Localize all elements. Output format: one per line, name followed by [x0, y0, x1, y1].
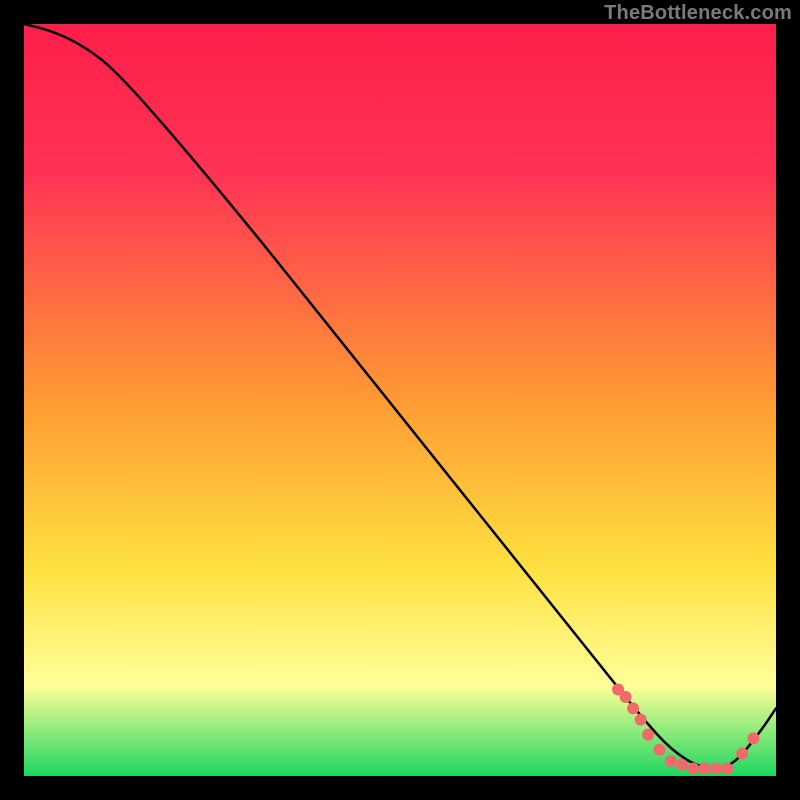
data-marker [635, 714, 647, 726]
data-marker [627, 702, 639, 714]
data-marker [710, 762, 722, 774]
chart-stage: { "attribution": "TheBottleneck.com", "c… [0, 0, 800, 800]
data-marker [620, 691, 632, 703]
data-marker [676, 759, 688, 771]
chart-svg [0, 0, 800, 800]
attribution-text: TheBottleneck.com [604, 2, 792, 25]
data-marker [699, 762, 711, 774]
data-marker [721, 762, 733, 774]
data-marker [653, 744, 665, 756]
data-marker [747, 732, 759, 744]
data-marker [665, 755, 677, 767]
data-marker [736, 747, 748, 759]
data-marker [687, 762, 699, 774]
data-marker [642, 729, 654, 741]
plot-background [24, 24, 776, 776]
